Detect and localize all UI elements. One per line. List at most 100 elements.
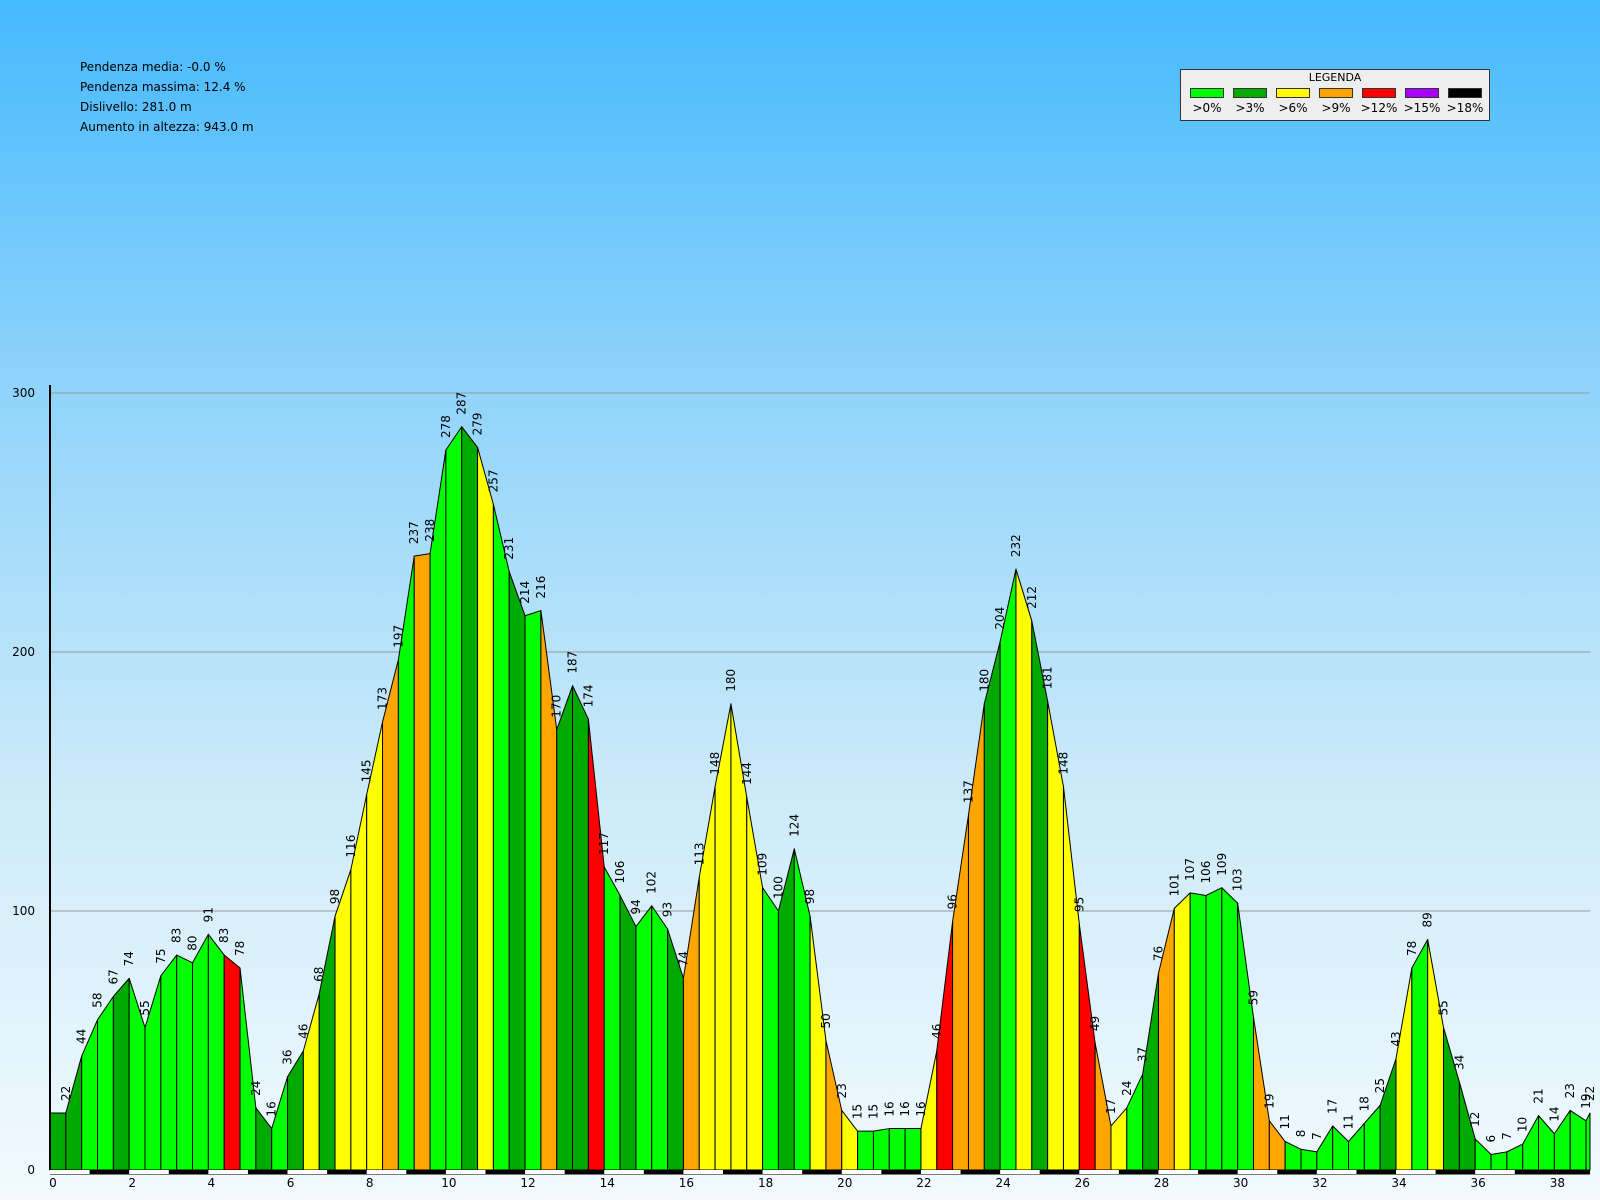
elevation-label: 49 xyxy=(1088,1016,1102,1031)
elevation-label: 25 xyxy=(1373,1078,1387,1093)
elevation-segment xyxy=(1569,1109,1587,1171)
elevation-segment xyxy=(477,446,494,1171)
elevation-label: 34 xyxy=(1452,1055,1466,1070)
elevation-label: 102 xyxy=(645,871,659,894)
elevation-segment xyxy=(1221,887,1239,1171)
elevation-label: 107 xyxy=(1183,858,1197,881)
y-tick-label-100: 100 xyxy=(12,904,35,918)
elevation-segment xyxy=(207,933,225,1171)
elevation-label: 36 xyxy=(281,1049,295,1064)
x-tick-label-6: 6 xyxy=(287,1176,295,1190)
elevation-segment xyxy=(1427,938,1445,1171)
km-marker xyxy=(129,1170,169,1174)
x-tick-label-24: 24 xyxy=(995,1176,1010,1190)
elevation-segment xyxy=(1363,1104,1381,1171)
elevation-label: 214 xyxy=(518,581,532,604)
elevation-label: 180 xyxy=(724,669,738,692)
elevation-label: 68 xyxy=(312,967,326,982)
elevation-label: 16 xyxy=(882,1101,896,1116)
km-marker xyxy=(1475,1170,1515,1174)
elevation-label: 14 xyxy=(1547,1106,1561,1121)
elevation-label: 181 xyxy=(1041,666,1055,689)
elevation-segment xyxy=(572,685,589,1171)
elevation-label: 74 xyxy=(122,951,136,966)
elevation-label: 23 xyxy=(835,1083,849,1098)
elevation-segment xyxy=(334,869,352,1171)
elevation-segment xyxy=(382,659,399,1171)
elevation-label: 8 xyxy=(1294,1130,1308,1138)
km-marker xyxy=(1158,1170,1199,1174)
elevation-segment xyxy=(1110,1107,1128,1171)
elevation-segment xyxy=(445,426,463,1171)
elevation-label: 6 xyxy=(1484,1135,1498,1143)
elevation-label: 7 xyxy=(1310,1132,1324,1140)
elevation-label: 231 xyxy=(502,537,516,560)
elevation-label: 100 xyxy=(771,876,785,899)
elevation-label: 96 xyxy=(946,894,960,909)
elevation-label: 37 xyxy=(1136,1047,1150,1062)
elevation-segment xyxy=(857,1130,874,1171)
elevation-label: 180 xyxy=(977,669,991,692)
elevation-label: 10 xyxy=(1516,1117,1530,1132)
elevation-label: 237 xyxy=(407,521,421,544)
elevation-label: 173 xyxy=(376,687,390,710)
elevation-segment xyxy=(603,866,621,1171)
elevation-segment xyxy=(271,1076,289,1171)
elevation-label: 44 xyxy=(75,1029,89,1044)
elevation-segment xyxy=(825,1040,843,1171)
elevation-segment xyxy=(318,915,336,1171)
elevation-label: 216 xyxy=(534,576,548,599)
x-tick-label-34: 34 xyxy=(1391,1176,1406,1190)
km-marker xyxy=(1237,1170,1278,1174)
elevation-label: 11 xyxy=(1342,1114,1356,1129)
km-marker xyxy=(920,1170,961,1174)
elevation-label: 23 xyxy=(1563,1083,1577,1098)
elevation-label: 55 xyxy=(1437,1000,1451,1015)
km-marker xyxy=(1000,1170,1040,1174)
elevation-segment xyxy=(1395,967,1413,1171)
elevation-label: 80 xyxy=(186,936,200,951)
elevation-label: 137 xyxy=(961,780,975,803)
x-tick-label-2: 2 xyxy=(128,1176,136,1190)
elevation-label: 287 xyxy=(455,392,469,415)
elevation-segment xyxy=(1205,887,1223,1171)
x-tick-label-26: 26 xyxy=(1075,1176,1090,1190)
elevation-label: 278 xyxy=(439,415,453,438)
km-marker xyxy=(1396,1170,1436,1174)
elevation-label: 55 xyxy=(138,1000,152,1015)
elevation-segment xyxy=(682,876,700,1171)
x-tick-label-18: 18 xyxy=(758,1176,773,1190)
elevation-label: 94 xyxy=(629,899,643,914)
elevation-label: 106 xyxy=(613,861,627,884)
elevation-segment xyxy=(635,905,653,1171)
elevation-label: 17 xyxy=(1104,1099,1118,1114)
elevation-label: 197 xyxy=(391,625,405,648)
km-marker xyxy=(208,1170,248,1174)
elevation-segment xyxy=(619,894,637,1171)
elevation-label: 11 xyxy=(1278,1114,1292,1129)
elevation-segment xyxy=(287,1050,304,1171)
elevation-segment xyxy=(999,568,1017,1171)
elevation-segment xyxy=(429,449,447,1171)
elevation-label: 16 xyxy=(898,1101,912,1116)
elevation-label: 18 xyxy=(1357,1096,1371,1111)
elevation-label: 7 xyxy=(1500,1132,1514,1140)
x-tick-label-28: 28 xyxy=(1154,1176,1169,1190)
elevation-label: 109 xyxy=(756,853,770,876)
elevation-label: 145 xyxy=(360,760,374,783)
elevation-segment xyxy=(872,1128,890,1171)
elevation-label: 50 xyxy=(819,1013,833,1028)
x-tick-label-30: 30 xyxy=(1233,1176,1248,1190)
elevation-label: 24 xyxy=(1120,1081,1134,1096)
elevation-segment xyxy=(1031,620,1049,1171)
elevation-label: 12 xyxy=(1468,1112,1482,1127)
x-tick-label-16: 16 xyxy=(679,1176,694,1190)
elevation-label: 238 xyxy=(423,519,437,542)
elevation-segment xyxy=(587,718,605,1171)
elevation-label: 76 xyxy=(1151,946,1165,961)
elevation-segment xyxy=(492,503,510,1171)
x-tick-label-36: 36 xyxy=(1471,1176,1486,1190)
elevation-label: 59 xyxy=(1246,990,1260,1005)
elevation-label: 109 xyxy=(1215,853,1229,876)
elevation-segment xyxy=(1474,1138,1492,1171)
